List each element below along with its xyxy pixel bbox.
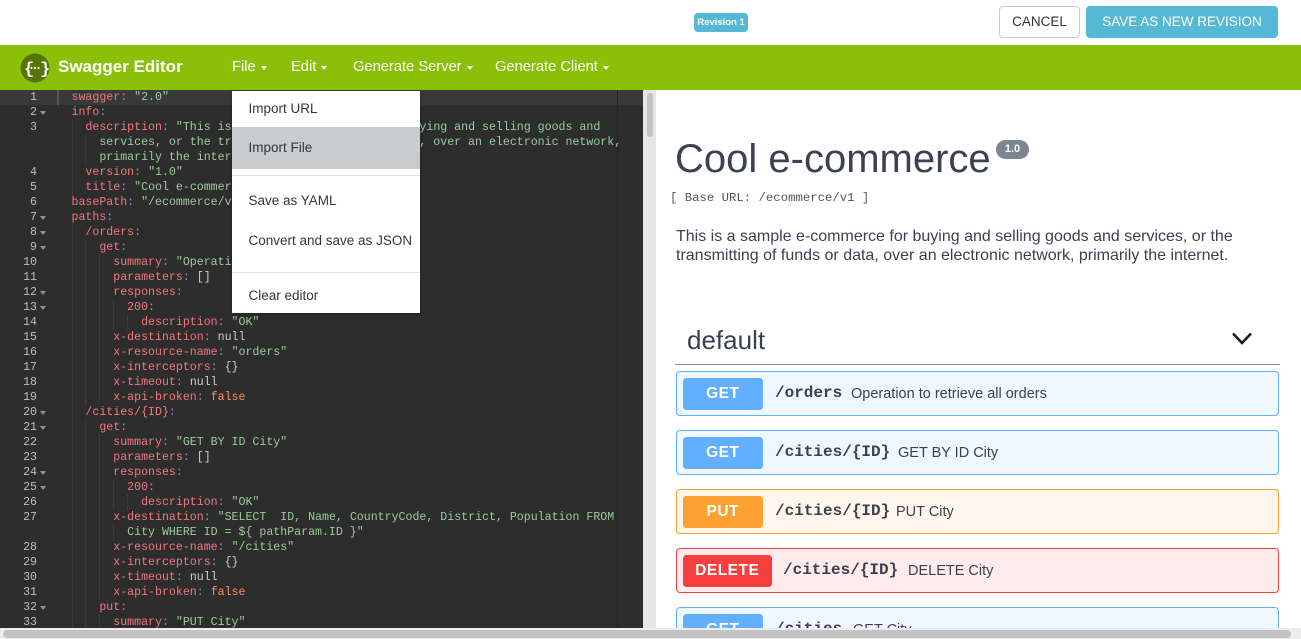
svg-text:}: } [40,61,50,80]
svg-text:{: { [24,61,34,80]
